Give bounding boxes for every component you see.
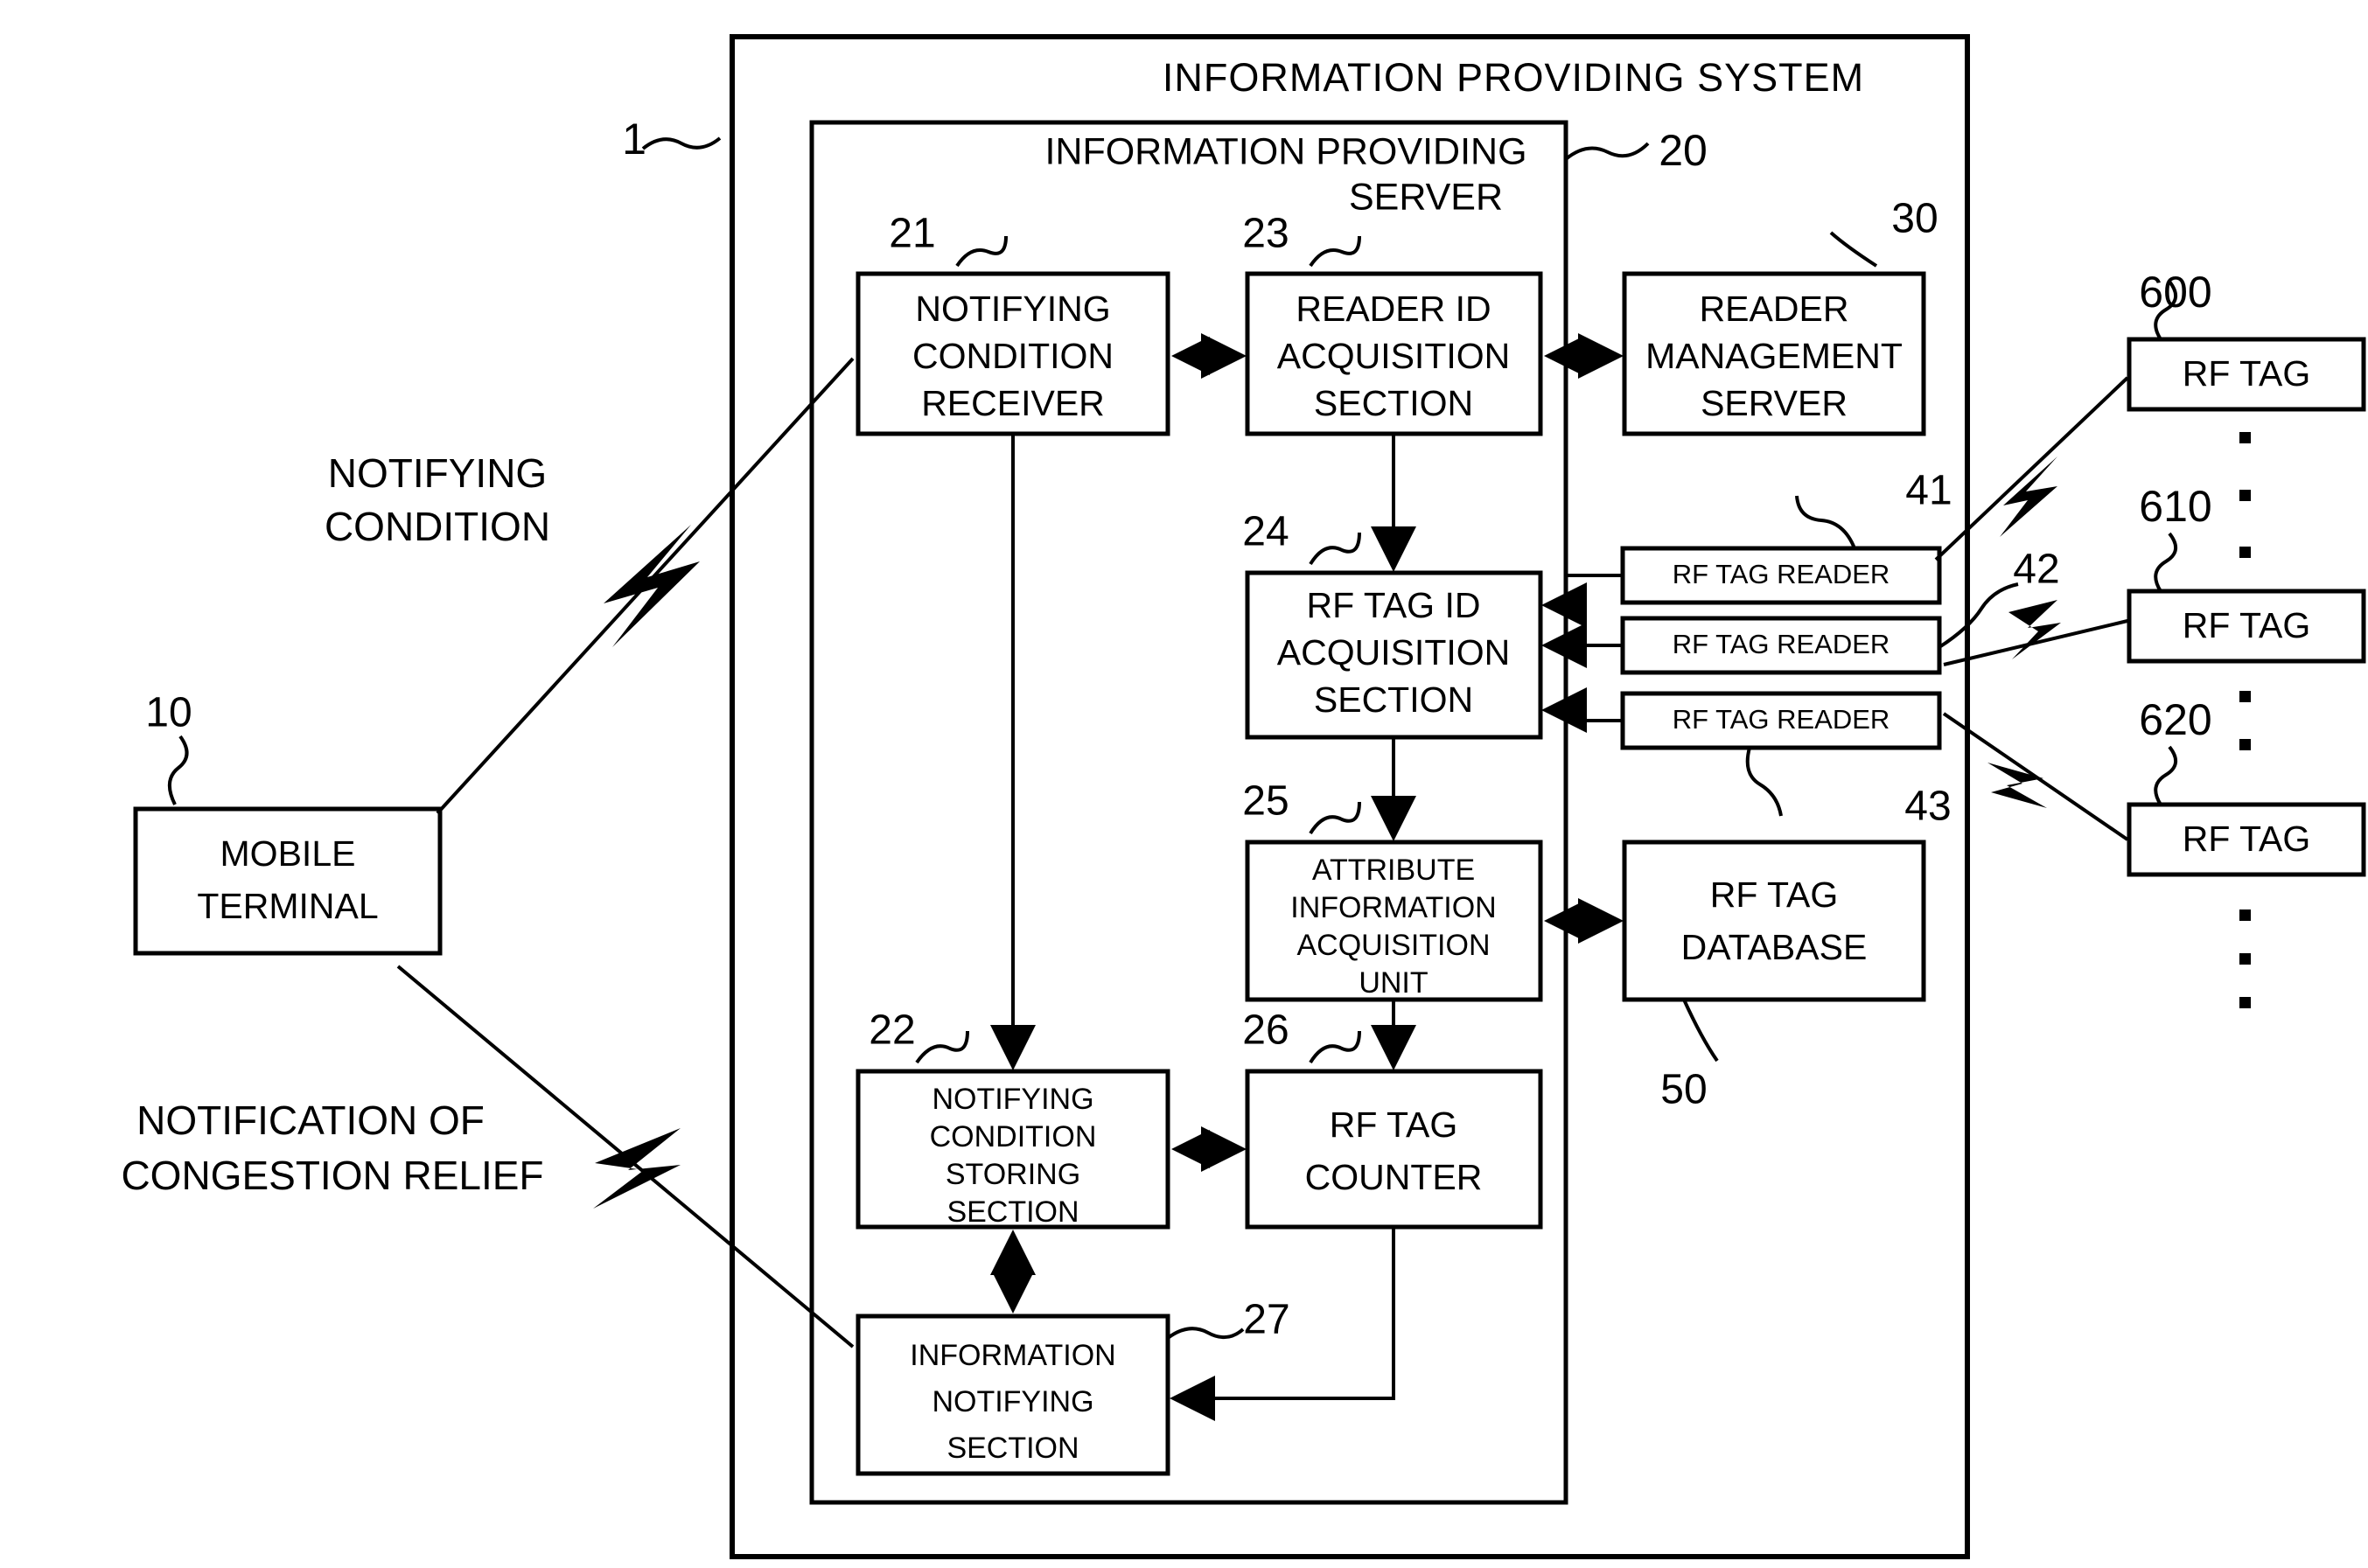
ref-number-24: 24 xyxy=(1242,509,1289,555)
figure-canvas: INFORMATION PROVIDING SYSTEM 1 INFORMATI… xyxy=(0,0,2368,1568)
rms-line2: MANAGEMENT xyxy=(1645,336,1903,376)
rtdb-line1: RF TAG xyxy=(1710,875,1839,915)
aia-line2: INFORMATION xyxy=(1290,891,1496,924)
rtdb-line2: DATABASE xyxy=(1681,927,1868,967)
ref-number-50: 50 xyxy=(1660,1067,1707,1113)
ref-number-43: 43 xyxy=(1904,784,1951,830)
tag-610-label: RF TAG xyxy=(2183,605,2311,645)
system-title: INFORMATION PROVIDING SYSTEM xyxy=(1163,55,1864,100)
aia-line3: ACQUISITION xyxy=(1296,929,1490,962)
text-layer: INFORMATION PROVIDING SYSTEM 1 INFORMATI… xyxy=(121,55,2311,1465)
mobile-terminal-line1: MOBILE xyxy=(220,833,356,874)
reader-41-label: RF TAG READER xyxy=(1673,559,1890,589)
ref-number-20: 20 xyxy=(1659,126,1708,175)
tag-620-label: RF TAG xyxy=(2183,819,2311,859)
ref-number-27: 27 xyxy=(1243,1297,1289,1343)
tag-600-label: RF TAG xyxy=(2183,353,2311,394)
rtc-line2: COUNTER xyxy=(1305,1157,1483,1197)
mobile-terminal-line2: TERMINAL xyxy=(197,886,378,926)
ria-line2: ACQUISITION xyxy=(1277,336,1511,376)
ins-line1: INFORMATION xyxy=(910,1339,1115,1372)
rtc-line1: RF TAG xyxy=(1330,1105,1458,1145)
server-title-line2: SERVER xyxy=(1349,176,1503,218)
ref-number-620: 620 xyxy=(2139,695,2211,744)
ref-number-1: 1 xyxy=(622,115,646,164)
annotation-notifying-condition-line2: CONDITION xyxy=(325,504,550,549)
ins-line2: NOTIFYING xyxy=(932,1385,1093,1418)
annotation-congestion-line1: NOTIFICATION OF xyxy=(136,1098,485,1143)
rtia-line1: RF TAG ID xyxy=(1307,585,1481,625)
ref-number-10: 10 xyxy=(145,690,192,736)
aia-line1: ATTRIBUTE xyxy=(1312,854,1475,887)
ncs-line2: CONDITION xyxy=(930,1120,1097,1153)
reader-43-label: RF TAG READER xyxy=(1673,704,1890,735)
rms-line3: SERVER xyxy=(1701,383,1848,423)
ref-number-25: 25 xyxy=(1242,778,1289,825)
ref-number-42: 42 xyxy=(2013,547,2059,593)
reader-42-label: RF TAG READER xyxy=(1673,629,1890,659)
ncr-line3: RECEIVER xyxy=(921,383,1105,423)
ins-line3: SECTION xyxy=(947,1432,1079,1465)
rtia-line3: SECTION xyxy=(1314,679,1473,720)
ref-number-610: 610 xyxy=(2139,482,2211,531)
ncs-line4: SECTION xyxy=(947,1195,1079,1229)
ref-number-600: 600 xyxy=(2139,268,2211,317)
ref-number-41: 41 xyxy=(1905,468,1952,514)
ncs-line3: STORING xyxy=(946,1158,1080,1191)
ref-number-30: 30 xyxy=(1891,196,1938,242)
server-title-line1: INFORMATION PROVIDING xyxy=(1044,130,1526,172)
ref-number-23: 23 xyxy=(1242,211,1289,257)
ria-line1: READER ID xyxy=(1296,289,1491,329)
ref-number-21: 21 xyxy=(889,211,935,257)
rtia-line2: ACQUISITION xyxy=(1277,632,1511,672)
ref-number-22: 22 xyxy=(869,1007,915,1054)
ncr-line1: NOTIFYING xyxy=(915,289,1110,329)
ncr-line2: CONDITION xyxy=(912,336,1114,376)
rms-line1: READER xyxy=(1700,289,1849,329)
ria-line3: SECTION xyxy=(1314,383,1473,423)
ncs-line1: NOTIFYING xyxy=(932,1083,1093,1116)
annotation-congestion-line2: CONGESTION RELIEF xyxy=(121,1153,543,1198)
annotation-notifying-condition-line1: NOTIFYING xyxy=(328,450,547,496)
aia-line4: UNIT xyxy=(1359,966,1428,1000)
ref-number-26: 26 xyxy=(1242,1007,1289,1054)
